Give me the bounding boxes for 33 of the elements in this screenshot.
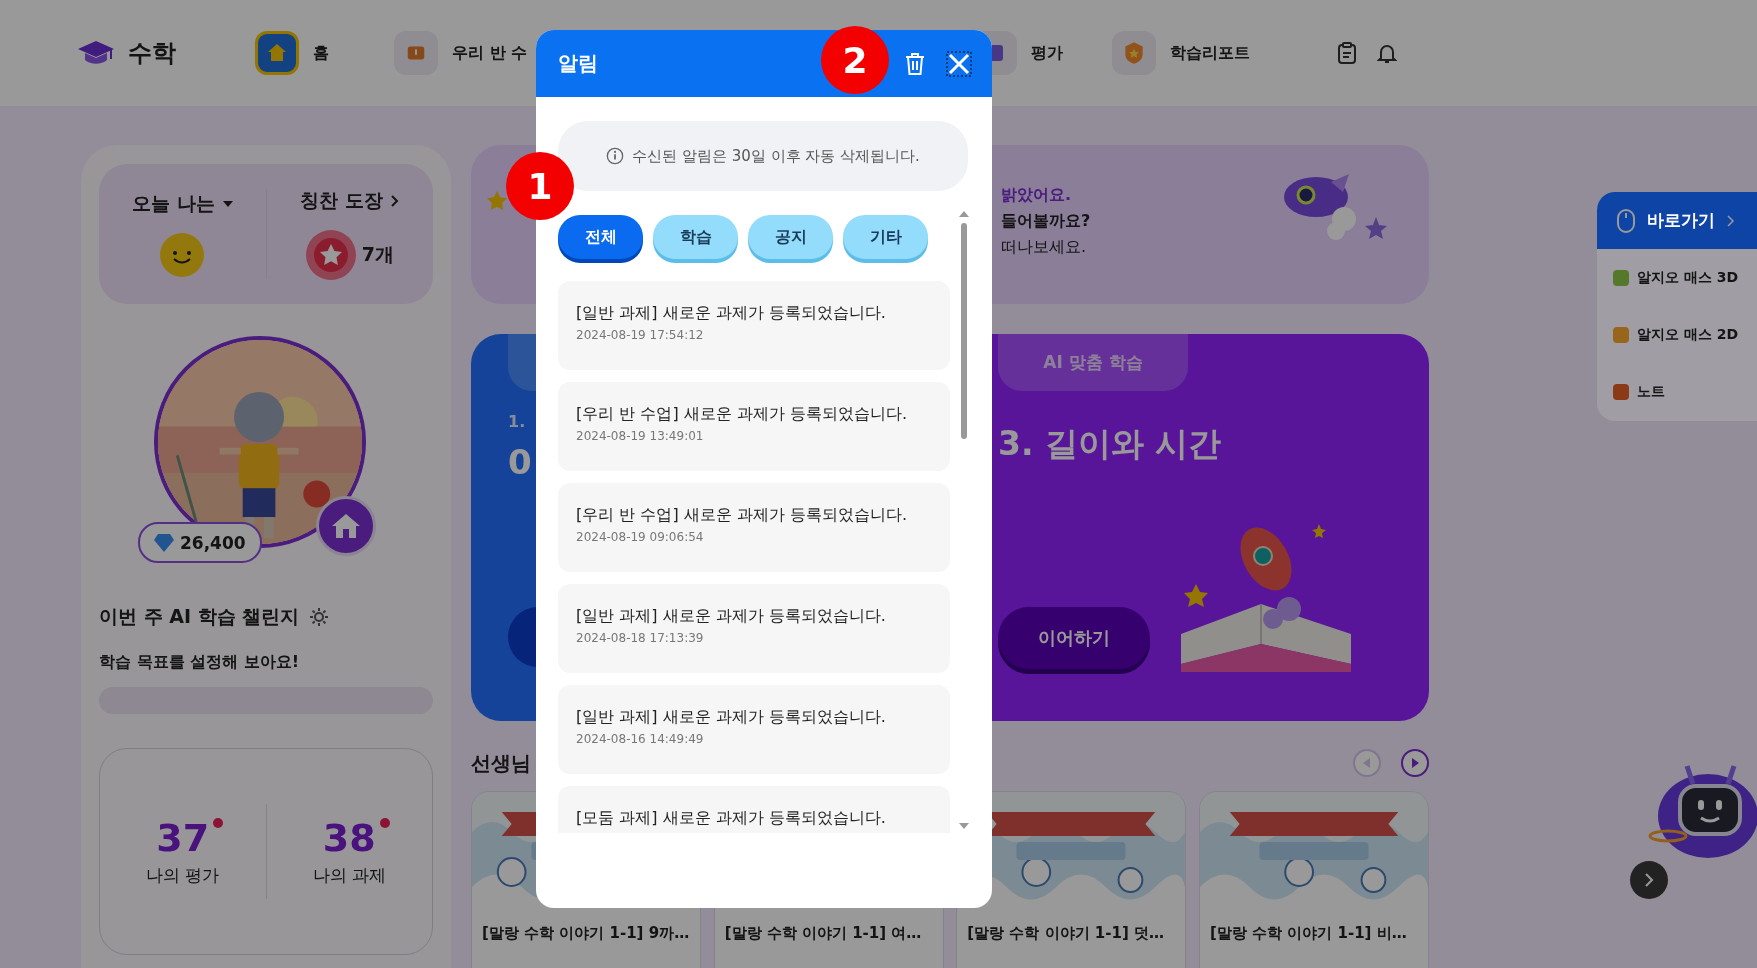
challenge-hint: 학습 목표를 설정해 보아요! (99, 652, 300, 673)
notification-text: [일반 과제] 새로운 과제가 등록되었습니다. (576, 606, 887, 627)
stat-value: 37 (156, 816, 210, 860)
stat-value: 38 (322, 816, 376, 860)
app-title: 수학 (128, 38, 176, 69)
challenge-title: 이번 주 AI 학습 챌린지 (99, 604, 300, 629)
stat-label: 나의 과제 (312, 864, 386, 887)
section-title: 선생님 (471, 749, 531, 777)
card-caption: [말랑 수학 이야기 1-1] 덧… (966, 923, 1165, 944)
gem-balance: 26,400 (138, 522, 262, 563)
card-caption: [말랑 수학 이야기 1-1] 여… (723, 923, 923, 944)
notification-time: 2024-08-19 13:49:01 (576, 429, 705, 443)
info-notice: 수신된 알림은 30일 이후 자동 삭제됩니다. (632, 146, 920, 166)
banner-text: 밝았어요. (1001, 185, 1073, 206)
card-caption: [말랑 수학 이야기 1-1] 9까… (481, 923, 691, 944)
notification-text: [일반 과제] 새로운 과제가 등록되었습니다. (576, 707, 887, 728)
notification-time: 2024-08-19 09:06:54 (576, 530, 705, 544)
notification-text: [일반 과제] 새로운 과제가 등록되었습니다. (576, 303, 887, 324)
lesson-title: 3. 길이와 시간 (998, 423, 1222, 465)
notification-time: 2024-08-19 17:54:12 (576, 328, 705, 342)
dialog-title: 알림 (558, 50, 598, 77)
notification-time: 2024-08-18 17:13:39 (576, 631, 705, 645)
card-caption: [말랑 수학 이야기 1-1] 비… (1208, 923, 1408, 944)
lesson-number: 0 (508, 442, 532, 482)
notification-text: [우리 반 수업] 새로운 과제가 등록되었습니다. (576, 505, 908, 526)
stat-label: 나의 평가 (146, 864, 220, 887)
notification-time: 2024-08-16 14:49:49 (576, 732, 705, 746)
lesson-heading: 1. (508, 412, 526, 431)
notification-text: [우리 반 수업] 새로운 과제가 등록되었습니다. (576, 404, 908, 425)
banner-text: 떠나보세요. (1001, 237, 1088, 258)
stamp-count: 7개 (361, 242, 394, 267)
banner-text: 들어볼까요? (1001, 211, 1091, 232)
notification-text: [모둠 과제] 새로운 과제가 등록되었습니다. (576, 808, 887, 829)
